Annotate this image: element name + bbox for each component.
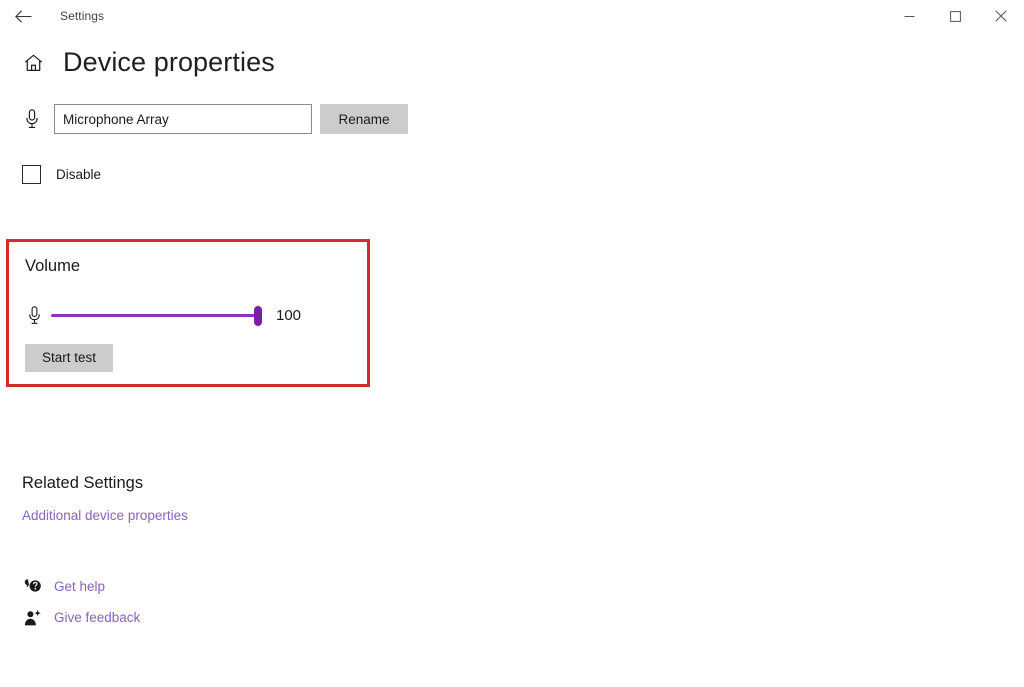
home-icon[interactable] xyxy=(22,52,44,74)
feedback-person-icon xyxy=(22,607,44,629)
window-controls xyxy=(886,0,1024,32)
volume-section: Volume 100 Start test xyxy=(25,258,301,372)
app-title: Settings xyxy=(60,9,105,23)
volume-slider-track xyxy=(51,314,259,317)
disable-label: Disable xyxy=(56,167,102,182)
give-feedback-row[interactable]: Give feedback xyxy=(22,602,140,633)
give-feedback-label[interactable]: Give feedback xyxy=(54,610,140,625)
microphone-icon xyxy=(25,305,43,327)
device-name-row: Rename xyxy=(0,104,1024,134)
close-icon xyxy=(995,10,1007,22)
disable-row: Disable xyxy=(0,165,1024,184)
close-button[interactable] xyxy=(978,0,1024,32)
page-header: Device properties xyxy=(0,49,1024,76)
rename-button[interactable]: Rename xyxy=(320,104,408,134)
maximize-button[interactable] xyxy=(932,0,978,32)
back-arrow-icon xyxy=(14,9,32,23)
footer-links: Get help Give feedback xyxy=(22,571,140,633)
volume-annotation-box: Volume 100 Start test xyxy=(6,239,370,387)
device-name-input[interactable] xyxy=(54,104,312,134)
related-settings-heading: Related Settings xyxy=(22,474,144,492)
microphone-icon xyxy=(22,107,42,131)
get-help-row[interactable]: Get help xyxy=(22,571,140,602)
back-button[interactable] xyxy=(0,0,46,32)
get-help-label[interactable]: Get help xyxy=(54,579,105,594)
additional-device-properties-link[interactable]: Additional device properties xyxy=(22,509,188,523)
minimize-button[interactable] xyxy=(886,0,932,32)
volume-value: 100 xyxy=(276,307,302,324)
volume-heading: Volume xyxy=(25,257,81,275)
disable-checkbox[interactable] xyxy=(22,165,41,184)
volume-slider[interactable] xyxy=(51,305,262,327)
page-title: Device properties xyxy=(63,47,275,77)
volume-slider-row: 100 xyxy=(25,305,301,327)
title-bar: Settings xyxy=(0,0,1024,32)
maximize-icon xyxy=(949,10,961,22)
minimize-icon xyxy=(904,11,915,22)
volume-slider-thumb[interactable] xyxy=(254,305,262,326)
help-bubble-icon xyxy=(22,576,44,598)
start-test-button[interactable]: Start test xyxy=(25,343,113,372)
